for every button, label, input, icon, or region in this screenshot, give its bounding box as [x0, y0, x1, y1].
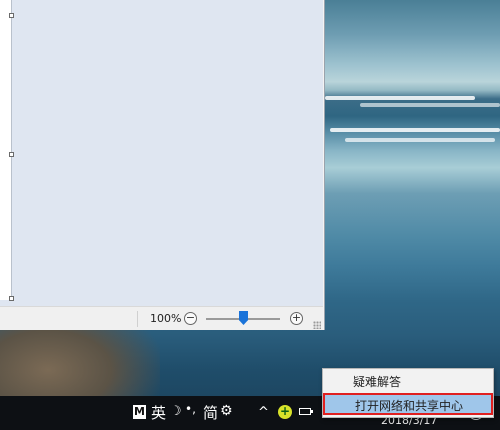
- ime-logo-icon[interactable]: M: [133, 405, 146, 419]
- wallpaper-wave: [330, 128, 500, 132]
- zoom-slider-thumb[interactable]: [239, 311, 248, 325]
- network-context-menu: 疑难解答 打开网络和共享中心: [322, 368, 494, 418]
- ime-language-toggle[interactable]: 英: [151, 402, 166, 423]
- ime-punctuation-icon[interactable]: •,: [185, 402, 196, 416]
- ime-settings-icon[interactable]: ⚙: [220, 403, 233, 419]
- resize-handle[interactable]: [9, 296, 14, 301]
- wallpaper-wave: [360, 103, 500, 107]
- resize-handle[interactable]: [9, 13, 14, 18]
- resize-grip-icon[interactable]: [313, 321, 321, 329]
- zoom-out-button[interactable]: −: [184, 312, 197, 325]
- zoom-level-text: 100%: [150, 312, 182, 325]
- wallpaper-wave: [325, 96, 475, 100]
- canvas-area[interactable]: [0, 0, 323, 306]
- ime-simplified-toggle[interactable]: 简: [203, 402, 218, 423]
- menu-item-troubleshoot[interactable]: 疑难解答: [323, 371, 493, 393]
- battery-icon[interactable]: [299, 408, 313, 415]
- zoom-in-button[interactable]: +: [290, 312, 303, 325]
- menu-item-open-network-sharing-center[interactable]: 打开网络和共享中心: [323, 393, 493, 415]
- app-window: 100% − +: [0, 0, 325, 330]
- ime-halfwidth-icon[interactable]: ☽: [170, 404, 182, 419]
- status-divider: [137, 311, 138, 327]
- wallpaper-wave: [345, 138, 495, 142]
- tray-app-icon[interactable]: +: [278, 405, 292, 419]
- tray-overflow-chevron-icon[interactable]: ^: [258, 405, 269, 420]
- status-bar: 100% − +: [0, 306, 323, 330]
- resize-handle[interactable]: [9, 152, 14, 157]
- document-page[interactable]: [0, 0, 12, 300]
